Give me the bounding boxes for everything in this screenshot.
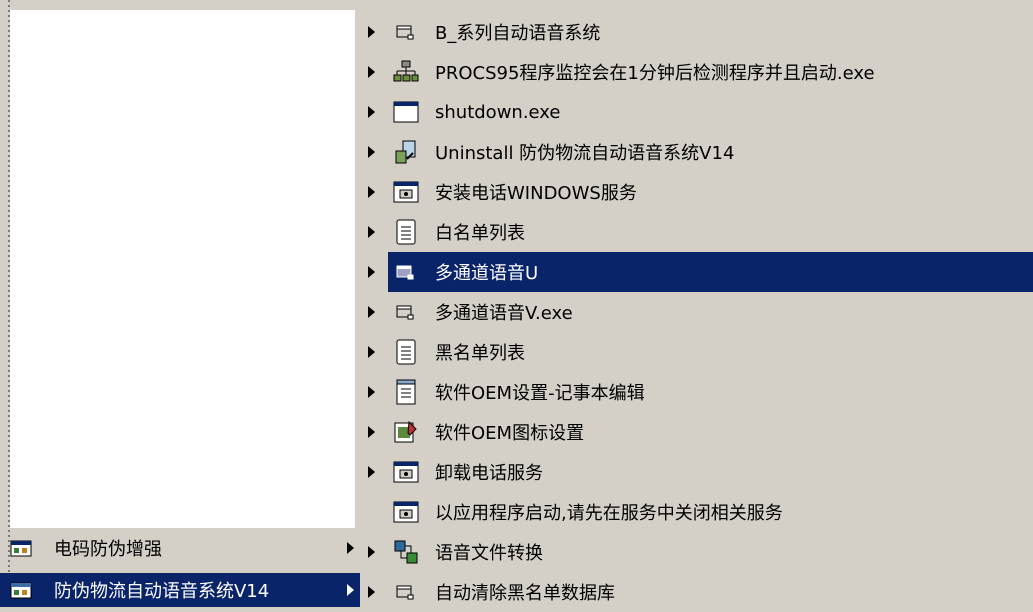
submenu-arrow-icon (368, 146, 375, 158)
submenu-item-label: 黑名单列表 (435, 343, 525, 364)
submenu-item-procs95[interactable]: PROCS95程序监控会在1分钟后检测程序并且启动.exe (360, 52, 1033, 92)
submenu-item-uninstall[interactable]: Uninstall 防伪物流自动语音系统V14 (360, 132, 1033, 172)
submenu-item-label: PROCS95程序监控会在1分钟后检测程序并且启动.exe (435, 63, 875, 84)
submenu-item-b-series[interactable]: B_系列自动语音系统 (360, 12, 1033, 52)
submenu-item-label: 软件OEM图标设置 (435, 423, 585, 444)
image-edit-icon (393, 419, 419, 445)
submenu-item-oem-icon[interactable]: 软件OEM图标设置 (360, 412, 1033, 452)
submenu-arrow-icon (347, 584, 354, 596)
submenu-item-oem-notepad[interactable]: 软件OEM设置-记事本编辑 (360, 372, 1033, 412)
submenu-item-run-as-app[interactable]: 以应用程序启动,请先在服务中关闭相关服务 (360, 492, 1033, 532)
submenu-item-label: 多通道语音U (435, 263, 539, 284)
console-icon (393, 459, 419, 485)
left-menu-item-label: 电码防伪增强 (54, 539, 162, 560)
submenu-item-label: 自动清除黑名单数据库 (435, 583, 615, 604)
submenu-item-uninstall-service[interactable]: 卸载电话服务 (360, 452, 1033, 492)
submenu-arrow-icon (368, 306, 375, 318)
left-menu-item-dianma[interactable]: 电码防伪增强 (0, 531, 360, 565)
submenu-item-multichannel-u[interactable]: 多通道语音U (360, 252, 1033, 292)
shortcut-icon (393, 259, 419, 285)
text-file-icon (393, 339, 419, 365)
submenu-item-label: 安装电话WINDOWS服务 (435, 183, 637, 204)
window-icon (393, 99, 419, 125)
submenu-arrow-icon (368, 586, 375, 598)
submenu-arrow-icon (368, 186, 375, 198)
submenu-arrow-icon (347, 542, 354, 554)
submenu-item-label: 软件OEM设置-记事本编辑 (435, 383, 645, 404)
submenu-item-install-service[interactable]: 安装电话WINDOWS服务 (360, 172, 1033, 212)
submenu-arrow-icon (368, 226, 375, 238)
left-menu-item-fangwei[interactable]: 防伪物流自动语音系统V14 (0, 573, 360, 607)
uninstall-icon (393, 139, 419, 165)
submenu-item-label: shutdown.exe (435, 101, 561, 123)
submenu-arrow-icon (368, 106, 375, 118)
submenu-item-label: 语音文件转换 (435, 543, 543, 564)
start-menu-parent: 电码防伪增强 防伪物流自动语音系统V14 (0, 0, 360, 607)
submenu-arrow-icon (368, 66, 375, 78)
submenu-item-voice-convert[interactable]: 语音文件转换 (360, 532, 1033, 572)
submenu-item-clear-blacklist-db[interactable]: 自动清除黑名单数据库 (360, 572, 1033, 612)
menu-edge-dots (8, 0, 10, 607)
submenu-arrow-icon (368, 386, 375, 398)
menu-blank-area (10, 10, 355, 528)
program-group-icon (10, 580, 32, 600)
submenu-arrow-icon (368, 546, 375, 558)
program-group-icon (10, 538, 32, 558)
notepad-icon (393, 379, 419, 405)
submenu-item-label: Uninstall 防伪物流自动语音系统V14 (435, 143, 735, 164)
submenu-item-label: 卸载电话服务 (435, 463, 543, 484)
program-submenu: B_系列自动语音系统 PROCS95程序监控会在1分钟后检测程序并且启动.exe (360, 0, 1033, 607)
shortcut-icon (393, 19, 419, 45)
console-icon (393, 179, 419, 205)
submenu-item-label: B_系列自动语音系统 (435, 23, 601, 44)
converter-icon (393, 539, 419, 565)
submenu-item-label: 白名单列表 (435, 223, 525, 244)
submenu-item-shutdown[interactable]: shutdown.exe (360, 92, 1033, 132)
text-file-icon (393, 219, 419, 245)
shortcut-icon (393, 579, 419, 605)
submenu-arrow-icon (368, 466, 375, 478)
network-icon (393, 59, 419, 85)
submenu-item-multichannel-v[interactable]: 多通道语音V.exe (360, 292, 1033, 332)
submenu-arrow-icon (368, 26, 375, 38)
submenu-arrow-icon (368, 266, 375, 278)
submenu-item-whitelist[interactable]: 白名单列表 (360, 212, 1033, 252)
submenu-arrow-icon (368, 346, 375, 358)
console-icon (393, 499, 419, 525)
submenu-item-blacklist[interactable]: 黑名单列表 (360, 332, 1033, 372)
submenu-item-label: 以应用程序启动,请先在服务中关闭相关服务 (435, 503, 783, 524)
shortcut-icon (393, 299, 419, 325)
submenu-item-label: 多通道语音V.exe (435, 303, 573, 324)
submenu-arrow-icon (368, 426, 375, 438)
left-menu-item-label: 防伪物流自动语音系统V14 (54, 581, 270, 602)
